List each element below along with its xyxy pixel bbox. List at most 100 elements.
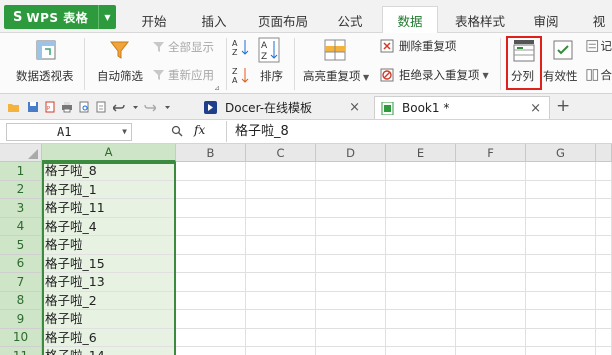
cell-empty[interactable] (246, 273, 316, 292)
undo-dropdown-icon[interactable] (132, 101, 139, 113)
export-pdf-icon[interactable]: P (44, 101, 56, 113)
doc-tab-book1[interactable]: Book1 * × (374, 96, 550, 119)
name-box-dropdown-icon[interactable]: ▼ (122, 124, 127, 140)
cell-empty[interactable] (386, 199, 456, 218)
cell-empty[interactable] (526, 254, 596, 273)
cell-empty[interactable] (456, 254, 526, 273)
cell-empty[interactable] (246, 347, 316, 355)
filter-dialog-launcher-icon[interactable]: ⊿ (214, 84, 220, 92)
split-column-label[interactable]: 分列 (511, 68, 534, 84)
cell-column-a[interactable]: 格子啦_1 (42, 180, 176, 199)
cell-empty[interactable] (176, 199, 246, 218)
cell-empty[interactable] (526, 162, 596, 181)
cell-empty[interactable] (456, 347, 526, 355)
highlight-duplicates-icon[interactable] (323, 38, 347, 62)
cell-empty[interactable] (316, 162, 386, 181)
cell-empty[interactable] (386, 291, 456, 310)
cell-empty[interactable] (386, 328, 456, 347)
reject-duplicates-button[interactable]: 拒绝录入重复项 ▼ (380, 67, 489, 83)
cell-empty[interactable] (456, 217, 526, 236)
cell-empty[interactable] (246, 162, 316, 181)
column-header-a[interactable]: A (42, 144, 176, 162)
doc-tab-docer[interactable]: Docer-在线模板 × (198, 96, 370, 119)
cell-empty[interactable] (176, 217, 246, 236)
row-header[interactable]: 10 (0, 328, 42, 347)
cell-column-a[interactable]: 格子啦_8 (42, 162, 176, 181)
column-header-b[interactable]: B (176, 144, 246, 162)
row-header[interactable]: 7 (0, 273, 42, 292)
cell-empty[interactable] (456, 291, 526, 310)
cell-empty[interactable] (316, 328, 386, 347)
cell-empty[interactable] (596, 162, 612, 181)
cell-empty[interactable] (176, 180, 246, 199)
cell-column-a[interactable]: 格子啦_6 (42, 328, 176, 347)
formula-input[interactable]: 格子啦_8 (226, 121, 612, 142)
cell-empty[interactable] (596, 347, 612, 355)
split-column-icon[interactable] (512, 39, 536, 63)
column-header-g[interactable]: G (526, 144, 596, 162)
row-header[interactable]: 1 (0, 162, 42, 181)
cell-empty[interactable] (176, 254, 246, 273)
insert-function-fx-icon[interactable]: fx (194, 123, 205, 137)
show-all-button[interactable]: 全部显示 (152, 39, 214, 55)
record-button[interactable]: 记 (586, 38, 612, 54)
cell-empty[interactable] (386, 217, 456, 236)
cell-column-a[interactable]: 格子啦 (42, 310, 176, 329)
cell-empty[interactable] (176, 328, 246, 347)
cell-empty[interactable] (526, 273, 596, 292)
sort-ascending-icon[interactable]: AZ (232, 37, 250, 57)
cell-empty[interactable] (386, 273, 456, 292)
name-box[interactable]: A1 ▼ (6, 123, 132, 141)
cell-empty[interactable] (596, 217, 612, 236)
zoom-magnifier-icon[interactable] (171, 125, 184, 138)
cell-empty[interactable] (386, 310, 456, 329)
cell-empty[interactable] (176, 162, 246, 181)
row-header[interactable]: 5 (0, 236, 42, 255)
row-header[interactable]: 3 (0, 199, 42, 218)
cell-empty[interactable] (386, 180, 456, 199)
cell-empty[interactable] (246, 236, 316, 255)
redo-icon[interactable] (144, 101, 156, 113)
reapply-button[interactable]: 重新应用 (152, 67, 214, 83)
cell-column-a[interactable]: 格子啦_2 (42, 291, 176, 310)
row-header[interactable]: 2 (0, 180, 42, 199)
tab-page-layout[interactable]: 页面布局 (248, 7, 318, 33)
cell-empty[interactable] (386, 254, 456, 273)
cell-empty[interactable] (316, 310, 386, 329)
cell-empty[interactable] (176, 347, 246, 355)
tab-data[interactable]: 数据 (382, 6, 438, 34)
column-header-h[interactable] (596, 144, 612, 162)
column-header-e[interactable]: E (386, 144, 456, 162)
data-validity-icon[interactable] (552, 39, 574, 61)
tab-table-style[interactable]: 表格样式 (444, 7, 516, 33)
cell-empty[interactable] (596, 310, 612, 329)
cell-empty[interactable] (596, 236, 612, 255)
cell-empty[interactable] (456, 236, 526, 255)
row-header[interactable]: 11 (0, 347, 42, 355)
cell-empty[interactable] (246, 328, 316, 347)
cell-empty[interactable] (456, 273, 526, 292)
save-icon[interactable] (27, 101, 39, 113)
cell-column-a[interactable]: 格子啦_4 (42, 217, 176, 236)
cell-empty[interactable] (596, 291, 612, 310)
remove-duplicates-button[interactable]: 删除重复项 (380, 38, 457, 54)
cell-empty[interactable] (596, 254, 612, 273)
row-header[interactable]: 6 (0, 254, 42, 273)
wps-app-menu-button[interactable]: S WPS 表格 ▼ (4, 5, 116, 29)
row-header[interactable]: 9 (0, 310, 42, 329)
cell-empty[interactable] (386, 162, 456, 181)
cell-empty[interactable] (386, 236, 456, 255)
cell-empty[interactable] (456, 310, 526, 329)
cell-empty[interactable] (246, 291, 316, 310)
reject-duplicates-dropdown-icon[interactable]: ▼ (483, 71, 489, 80)
cell-empty[interactable] (246, 180, 316, 199)
print-icon[interactable] (61, 101, 73, 113)
undo-icon[interactable] (113, 101, 125, 113)
cell-empty[interactable] (246, 199, 316, 218)
toolbar-customize-dropdown-icon[interactable] (164, 101, 171, 113)
cell-empty[interactable] (596, 273, 612, 292)
app-menu-chevron-down-icon[interactable]: ▼ (98, 5, 116, 29)
cell-empty[interactable] (316, 254, 386, 273)
cell-empty[interactable] (456, 199, 526, 218)
open-folder-icon[interactable] (8, 101, 20, 113)
